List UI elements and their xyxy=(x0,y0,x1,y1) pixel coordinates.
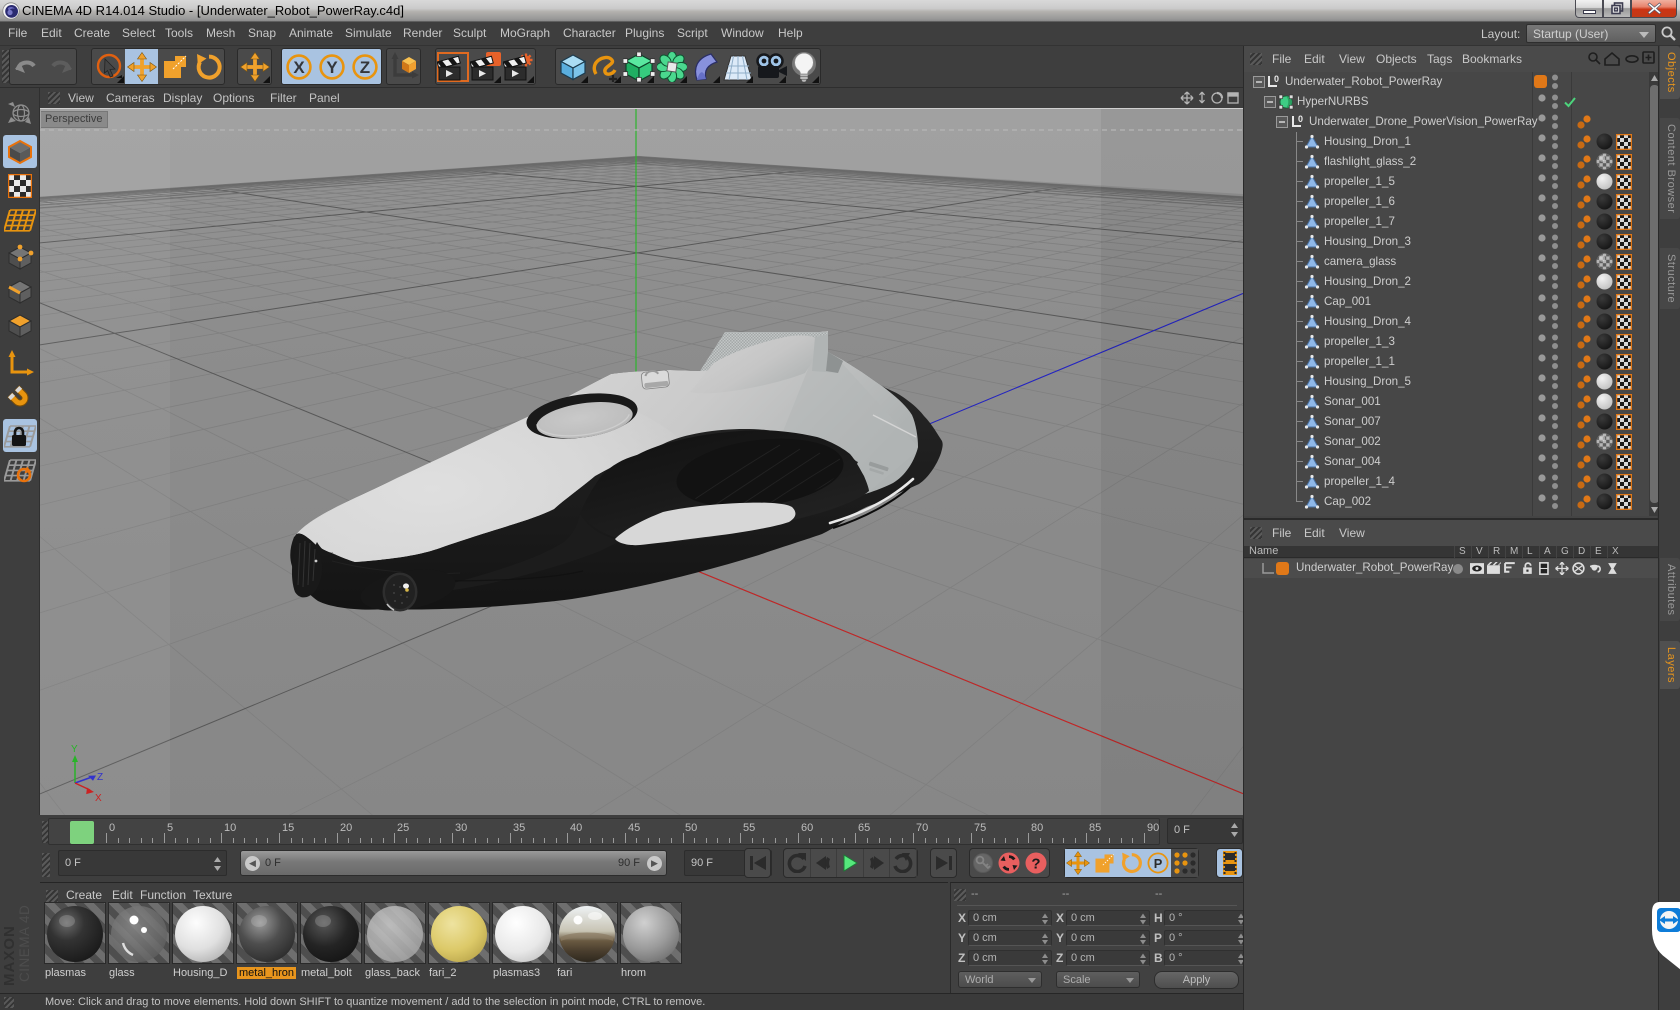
svg-text:MAXON: MAXON xyxy=(1,925,18,986)
svg-text:?: ? xyxy=(1031,856,1040,873)
svg-text:0: 0 xyxy=(1274,74,1279,84)
svg-text:Y: Y xyxy=(326,58,338,77)
svg-text:CINEMA 4D: CINEMA 4D xyxy=(17,905,32,982)
svg-text:P: P xyxy=(1154,856,1163,871)
svg-text:0: 0 xyxy=(1298,114,1303,124)
svg-text:X: X xyxy=(293,58,305,77)
svg-text:Y: Y xyxy=(71,744,78,755)
svg-text:X: X xyxy=(95,793,102,804)
svg-text:Z: Z xyxy=(97,772,103,783)
svg-text:Z: Z xyxy=(359,58,369,77)
